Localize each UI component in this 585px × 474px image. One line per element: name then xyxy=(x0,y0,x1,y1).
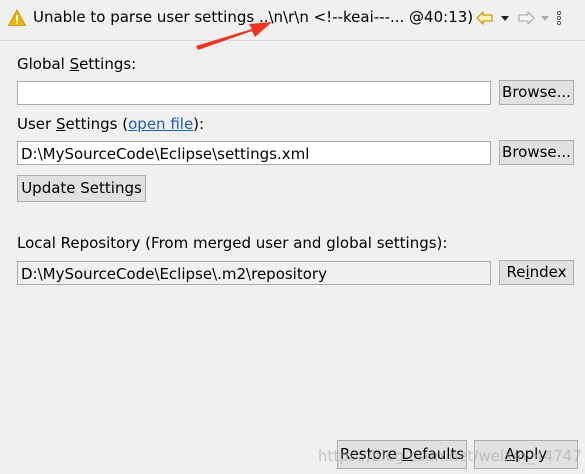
user-settings-label: User Settings (open file): xyxy=(17,115,205,133)
global-settings-input[interactable] xyxy=(17,81,491,105)
local-repository-field: D:\MySourceCode\Eclipse\.m2\repository xyxy=(17,261,491,285)
annotation-arrow xyxy=(196,22,272,50)
user-browse-button[interactable]: Browse... xyxy=(499,140,574,165)
open-file-link[interactable]: open file xyxy=(128,115,193,133)
global-settings-label: Global Settings: xyxy=(17,55,137,73)
local-repository-label: Local Repository (From merged user and g… xyxy=(17,234,448,252)
update-settings-button[interactable]: Update Settings xyxy=(17,175,146,202)
reindex-button[interactable]: Reindex xyxy=(499,260,574,285)
restore-defaults-button[interactable]: Restore Defaults xyxy=(337,440,467,469)
apply-button[interactable]: Apply xyxy=(474,440,578,469)
global-browse-button[interactable]: Browse... xyxy=(499,80,574,105)
user-settings-input[interactable]: D:\MySourceCode\Eclipse\settings.xml xyxy=(17,141,491,165)
